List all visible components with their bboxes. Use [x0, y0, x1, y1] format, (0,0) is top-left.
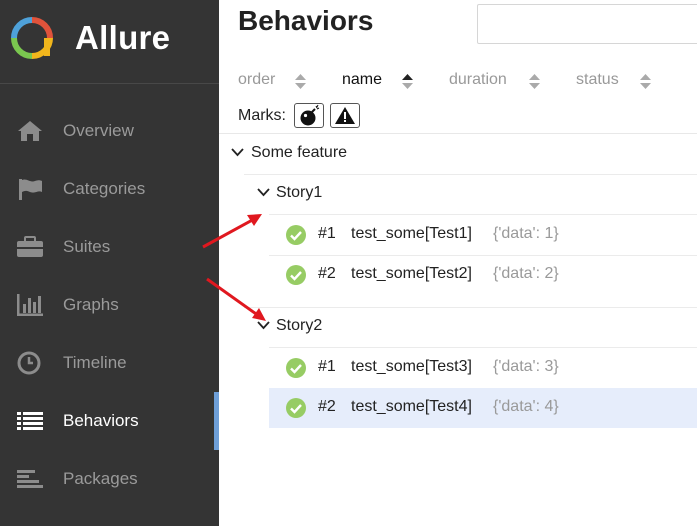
mark-flaky-toggle[interactable]	[294, 103, 324, 128]
marks-label: Marks:	[238, 107, 286, 124]
test-row-selected[interactable]: #2 test_some[Test4] {'data': 4}	[269, 388, 697, 428]
test-name: test_some[Test2]	[351, 265, 472, 282]
passed-status-icon	[286, 358, 306, 378]
sort-arrows-icon	[402, 74, 413, 89]
main-panel: Behaviors order name duration status Mar…	[219, 0, 697, 526]
mark-known-issue-toggle[interactable]	[330, 103, 360, 128]
test-row[interactable]: #1 test_some[Test1] {'data': 1}	[269, 215, 697, 255]
tree-group-feature[interactable]: Some feature	[219, 134, 697, 174]
tree-group-story2[interactable]: Story2	[244, 307, 697, 347]
chevron-down-icon	[231, 148, 244, 157]
feature-label: Some feature	[251, 144, 348, 161]
test-number: #1	[318, 225, 336, 242]
sort-duration-button[interactable]: duration	[449, 71, 540, 89]
sidebar-item-label: Graphs	[63, 295, 119, 314]
sidebar-item-overview[interactable]: Overview	[0, 102, 219, 160]
sidebar-item-label: Categories	[63, 179, 146, 198]
sidebar-item-behaviors[interactable]: Behaviors	[0, 392, 219, 450]
briefcase-icon	[17, 236, 43, 257]
test-name: test_some[Test3]	[351, 358, 472, 375]
test-row[interactable]: #2 test_some[Test2] {'data': 2}	[269, 255, 697, 295]
test-parameters: {'data': 4}	[493, 398, 559, 415]
bar-chart-icon	[17, 294, 43, 316]
flag-icon	[19, 179, 42, 200]
test-parameters: {'data': 1}	[493, 225, 559, 242]
test-name: test_some[Test4]	[351, 398, 472, 415]
sort-status-button[interactable]: status	[576, 71, 651, 89]
sidebar-item-label: Packages	[63, 469, 138, 488]
story-label: Story2	[276, 317, 323, 334]
passed-status-icon	[286, 265, 306, 285]
passed-status-icon	[286, 398, 306, 418]
chevron-down-icon	[257, 188, 270, 197]
warning-icon	[335, 107, 355, 124]
tree-group-story1[interactable]: Story1	[244, 174, 697, 214]
sidebar-item-packages[interactable]: Packages	[0, 450, 219, 508]
sidebar-item-label: Behaviors	[63, 411, 139, 430]
passed-status-icon	[286, 225, 306, 245]
test-parameters: {'data': 2}	[493, 265, 559, 282]
sort-arrows-icon	[295, 74, 306, 89]
story-label: Story1	[276, 184, 323, 201]
test-name: test_some[Test1]	[351, 225, 472, 242]
list-icon	[17, 412, 43, 430]
sidebar-item-categories[interactable]: Categories	[0, 160, 219, 218]
sidebar-item-label: Overview	[63, 121, 134, 140]
tree-controls: order name duration status Marks:	[219, 62, 697, 134]
clock-icon	[17, 351, 41, 375]
align-left-icon	[17, 470, 43, 488]
allure-logo-icon	[11, 17, 53, 59]
home-icon	[18, 121, 42, 141]
app-name: Allure	[75, 19, 171, 56]
sidebar-item-label: Timeline	[63, 353, 127, 372]
sort-order-button[interactable]: order	[238, 71, 306, 89]
sidebar-item-suites[interactable]: Suites	[0, 218, 219, 276]
sidebar-item-label: Suites	[63, 237, 111, 256]
test-parameters: {'data': 3}	[493, 358, 559, 375]
sort-name-button[interactable]: name	[342, 71, 413, 89]
sidebar-item-graphs[interactable]: Graphs	[0, 276, 219, 334]
sort-arrows-icon	[529, 74, 540, 89]
test-number: #1	[318, 358, 336, 375]
page-title: Behaviors	[238, 5, 374, 36]
sidebar: Allure Overview Categories Suites Graphs…	[0, 0, 219, 526]
sidebar-item-timeline[interactable]: Timeline	[0, 334, 219, 392]
test-row[interactable]: #1 test_some[Test3] {'data': 3}	[269, 348, 697, 388]
sort-arrows-icon	[640, 74, 651, 89]
test-number: #2	[318, 398, 336, 415]
search-input[interactable]	[477, 4, 697, 44]
bomb-icon	[300, 104, 320, 126]
test-number: #2	[318, 265, 336, 282]
chevron-down-icon	[257, 321, 270, 330]
brand[interactable]: Allure	[0, 0, 219, 84]
